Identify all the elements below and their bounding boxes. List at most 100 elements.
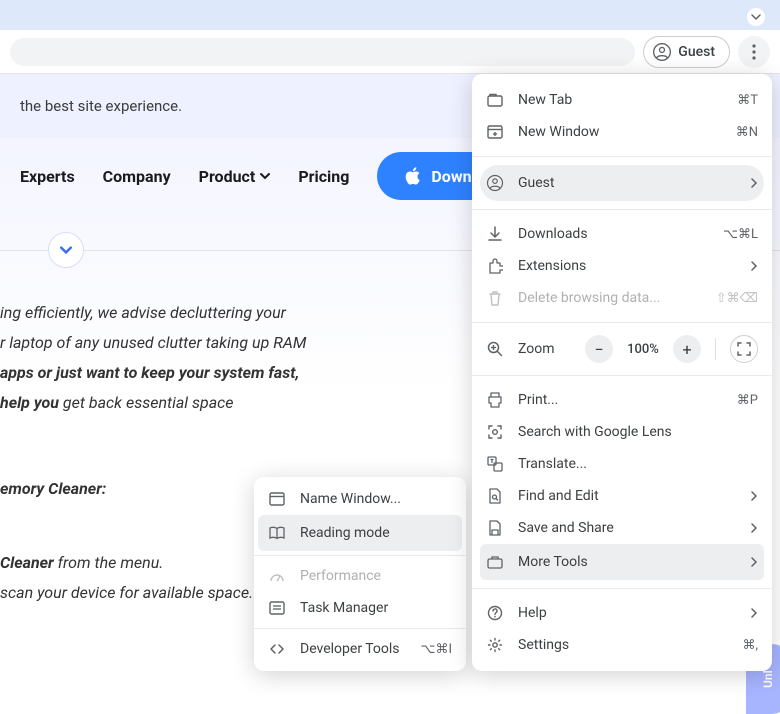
- menu-item-label: Extensions: [518, 258, 736, 274]
- menu-item-translate[interactable]: Translate...: [472, 448, 772, 480]
- zoom-label: Zoom: [518, 341, 571, 357]
- menu-item-label: Find and Edit: [518, 488, 736, 504]
- menu-item-label: Guest: [518, 175, 736, 191]
- menu-item-developer-tools[interactable]: Developer Tools ⌥⌘I: [254, 633, 466, 665]
- menu-item-shortcut: ⌘N: [736, 125, 758, 140]
- zoom-in-button[interactable]: +: [673, 335, 701, 363]
- zoom-value: 100%: [623, 342, 663, 357]
- menu-item-label: More Tools: [518, 554, 736, 570]
- nav-link-company[interactable]: Company: [103, 167, 171, 186]
- menu-item-label: Help: [518, 605, 736, 621]
- article-fragment: ing efficiently, we advise decluttering …: [0, 303, 286, 322]
- menu-item-label: Reading mode: [300, 525, 452, 541]
- menu-item-shortcut: ⌥⌘I: [420, 642, 452, 657]
- profile-guest-button[interactable]: Guest: [643, 36, 730, 68]
- menu-item-extensions[interactable]: Extensions: [472, 250, 772, 282]
- article-fragment: apps or just want to keep your system fa…: [0, 363, 299, 382]
- book-icon: [268, 526, 286, 540]
- zoom-out-button[interactable]: −: [585, 335, 613, 363]
- menu-item-label: Settings: [518, 637, 728, 653]
- menu-item-help[interactable]: Help: [472, 597, 772, 629]
- article-fragment: from the menu.: [54, 553, 164, 572]
- gauge-icon: [268, 569, 286, 583]
- menu-item-label: New Window: [518, 124, 722, 140]
- menu-item-name-window[interactable]: Name Window...: [254, 483, 466, 515]
- menu-item-performance: Performance: [254, 560, 466, 592]
- menu-item-shortcut: ⌘P: [737, 393, 758, 408]
- browser-main-menu: New Tab ⌘T New Window ⌘N Guest Downloads…: [472, 74, 772, 671]
- code-icon: [268, 642, 286, 656]
- save-icon: [486, 520, 504, 536]
- article-fragment: get back essential space: [59, 393, 234, 412]
- menu-item-guest[interactable]: Guest: [480, 165, 764, 201]
- menu-item-save-share[interactable]: Save and Share: [472, 512, 772, 544]
- tab-icon: [486, 93, 504, 107]
- menu-item-label: Downloads: [518, 226, 709, 242]
- chevron-right-icon: [750, 491, 758, 501]
- bookmarks-bar-strip: [0, 0, 780, 30]
- menu-separator: [472, 209, 772, 210]
- more-tools-submenu: Name Window... Reading mode Performance …: [254, 477, 466, 671]
- menu-item-more-tools[interactable]: More Tools: [480, 544, 764, 580]
- article-fragment: Cleaner: [0, 553, 54, 572]
- fullscreen-button[interactable]: [730, 335, 758, 363]
- side-tab-label: Unl: [761, 670, 775, 688]
- chevron-right-icon: [750, 608, 758, 618]
- nav-link-product[interactable]: Product: [199, 167, 271, 186]
- menu-item-label: Task Manager: [300, 600, 452, 616]
- download-icon: [486, 226, 504, 242]
- menu-item-find-edit[interactable]: Find and Edit: [472, 480, 772, 512]
- task-icon: [268, 601, 286, 615]
- consent-text: the best site experience.: [20, 97, 531, 115]
- zoom-icon: [486, 341, 504, 357]
- article-fragment: r laptop of any unused clutter taking up…: [0, 333, 306, 352]
- menu-item-task-manager[interactable]: Task Manager: [254, 592, 466, 624]
- address-bar[interactable]: [10, 38, 635, 66]
- menu-item-print[interactable]: Print... ⌘P: [472, 384, 772, 416]
- chevron-right-icon: [750, 178, 758, 188]
- apple-icon: [405, 167, 421, 185]
- chevron-down-icon: [260, 171, 270, 181]
- new-window-icon: [486, 125, 504, 139]
- menu-separator: [472, 156, 772, 157]
- menu-item-reading-mode[interactable]: Reading mode: [258, 515, 462, 551]
- browser-toolbar: Guest: [0, 30, 780, 74]
- menu-separator: [254, 628, 466, 629]
- menu-item-google-lens[interactable]: Search with Google Lens: [472, 416, 772, 448]
- fullscreen-icon: [737, 342, 751, 356]
- article-fragment: scan your device for available space.: [0, 583, 253, 602]
- menu-item-settings[interactable]: Settings ⌘,: [472, 629, 772, 661]
- expand-section-button[interactable]: [48, 232, 84, 268]
- menu-item-label: Search with Google Lens: [518, 424, 758, 440]
- briefcase-icon: [486, 555, 504, 569]
- guest-icon: [486, 173, 504, 193]
- trash-icon: [486, 290, 504, 306]
- browser-menu-button[interactable]: [738, 36, 770, 68]
- puzzle-icon: [486, 258, 504, 274]
- translate-icon: [486, 456, 504, 472]
- help-icon: [486, 605, 504, 621]
- chevron-right-icon: [750, 523, 758, 533]
- print-icon: [486, 392, 504, 408]
- profile-label: Guest: [678, 44, 715, 60]
- gear-icon: [486, 637, 504, 653]
- menu-item-shortcut: ⇧⌘⌫: [716, 291, 758, 306]
- document-search-icon: [486, 488, 504, 504]
- chevron-right-icon: [750, 557, 758, 567]
- menu-item-downloads[interactable]: Downloads ⌥⌘L: [472, 218, 772, 250]
- menu-item-shortcut: ⌘,: [742, 638, 758, 653]
- nav-link-experts[interactable]: Experts: [20, 167, 75, 186]
- menu-item-label: Performance: [300, 568, 452, 584]
- nav-link-pricing[interactable]: Pricing: [298, 167, 349, 186]
- menu-item-label: Name Window...: [300, 491, 452, 507]
- menu-separator: [472, 588, 772, 589]
- lens-icon: [486, 424, 504, 440]
- menu-item-new-tab[interactable]: New Tab ⌘T: [472, 84, 772, 116]
- chevron-down-icon: [751, 12, 761, 22]
- chevron-down-icon: [60, 244, 72, 256]
- menu-item-label: New Tab: [518, 92, 723, 108]
- guest-avatar-icon: [652, 42, 672, 62]
- banner-collapse-button[interactable]: [747, 8, 765, 26]
- menu-item-new-window[interactable]: New Window ⌘N: [472, 116, 772, 148]
- menu-separator: [472, 322, 772, 323]
